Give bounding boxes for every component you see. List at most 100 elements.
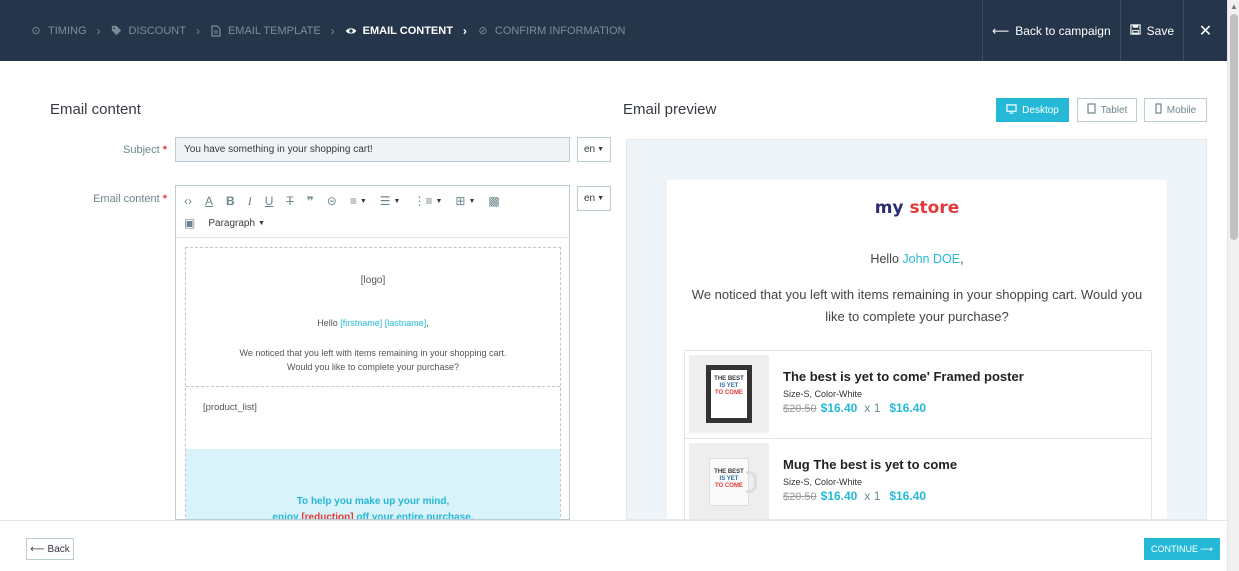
- step-label: DISCOUNT: [128, 24, 186, 37]
- rich-text-editor: ‹› A B I U T ❞ ⊝ ≡ ▼ ☰ ▼ ⋮≡ ▼ ⊞ ▼ ▩ ▣ Paragr…: [175, 185, 570, 520]
- paragraph-label: Paragraph: [208, 217, 256, 229]
- continue-button[interactable]: CONTINUE ⟶: [1144, 538, 1220, 560]
- chevron-right-icon: ›: [462, 23, 467, 38]
- product-info: Mug The best is yet to come Size-S, Colo…: [769, 443, 957, 519]
- bullet-list-icon[interactable]: ☰ ▼: [380, 194, 401, 208]
- product-pricing: $20.50 $16.40 x 1 $16.40: [783, 401, 1024, 415]
- old-price: $20.50: [783, 403, 817, 415]
- paragraph-format-select[interactable]: Paragraph ▼: [208, 218, 265, 229]
- firstname-variable: [firstname]: [340, 318, 383, 328]
- caret-down-icon: ▼: [468, 197, 476, 205]
- page-scrollbar[interactable]: ▲: [1227, 0, 1239, 571]
- notice-line-1: We noticed that you left with items rema…: [239, 348, 507, 358]
- step-label: EMAIL TEMPLATE: [227, 24, 321, 37]
- email-content-label-text: Email content: [93, 193, 160, 205]
- font-color-icon[interactable]: A: [205, 194, 213, 208]
- art-line-3: TO COME: [715, 390, 743, 396]
- content-language-select[interactable]: en ▼: [577, 186, 611, 211]
- back-button[interactable]: ⟵ Back: [26, 538, 74, 560]
- logo-part-1: my: [874, 198, 904, 218]
- step-timing[interactable]: ⊙ TIMING ›: [30, 24, 111, 38]
- align-icon[interactable]: ≡ ▼: [350, 194, 367, 208]
- greeting-prefix: Hello: [317, 318, 338, 328]
- wizard-steps: ⊙ TIMING › DISCOUNT › EMAIL TEMPLATE › E…: [0, 0, 982, 61]
- lastname-variable: [lastname]: [384, 318, 427, 328]
- step-label: EMAIL CONTENT: [362, 24, 453, 37]
- image-icon[interactable]: ▩: [488, 194, 499, 208]
- greeting-suffix: ,: [426, 318, 429, 328]
- new-price: $16.40: [820, 401, 858, 415]
- language-code: en: [583, 144, 596, 155]
- product-attributes: Size-S, Color-White: [783, 477, 863, 487]
- wizard-header: ⊙ TIMING › DISCOUNT › EMAIL TEMPLATE › E…: [0, 0, 1227, 61]
- scroll-up-arrow-icon[interactable]: ▲: [1230, 2, 1238, 11]
- caret-down-icon: ▼: [435, 197, 443, 205]
- clock-icon: ⊙: [31, 25, 41, 37]
- notice-text: We noticed that you left with items rema…: [206, 346, 540, 374]
- save-button[interactable]: Save: [1119, 0, 1183, 61]
- art-line-1: THE BEST: [714, 376, 744, 382]
- numbered-list-icon[interactable]: ⋮≡ ▼: [413, 194, 442, 208]
- language-code: en: [583, 193, 596, 204]
- toolbar-row-1: ‹› A B I U T ❞ ⊝ ≡ ▼ ☰ ▼ ⋮≡ ▼ ⊞ ▼ ▩: [184, 190, 561, 212]
- notice-line-2: Would you like to complete your purchase…: [287, 362, 459, 372]
- step-email-content[interactable]: EMAIL CONTENT ›: [345, 24, 477, 38]
- step-label: CONFIRM INFORMATION: [494, 24, 626, 37]
- tablet-icon: [1087, 103, 1096, 117]
- framed-poster-image: THE BEST IS YET TO COME: [689, 355, 769, 433]
- store-logo: my store: [667, 198, 1167, 218]
- step-confirm-information[interactable]: ⊘ CONFIRM INFORMATION: [477, 24, 626, 38]
- step-email-template[interactable]: EMAIL TEMPLATE ›: [210, 24, 345, 38]
- strikethrough-icon[interactable]: T: [286, 194, 293, 208]
- art-line-2: IS YET: [719, 383, 739, 389]
- caret-down-icon: ▼: [359, 197, 367, 205]
- link-icon[interactable]: ⊝: [327, 194, 337, 208]
- table-icon[interactable]: ⊞ ▼: [455, 194, 475, 208]
- floppy-disk-icon: [1130, 23, 1141, 38]
- video-icon[interactable]: ▣: [184, 216, 195, 230]
- promo-suffix: off your entire purchase.: [356, 512, 474, 520]
- email-preview-card: my store Hello John DOE, We noticed that…: [667, 180, 1167, 519]
- wizard-footer: ⟵ Back CONTINUE ⟶: [0, 520, 1227, 571]
- product-row: THE BEST IS YET TO COME The best is yet …: [685, 351, 1151, 439]
- check-circle-icon: ⊘: [478, 25, 488, 37]
- email-preview-pane: my store Hello John DOE, We noticed that…: [626, 139, 1207, 520]
- eye-icon: [345, 25, 357, 37]
- preview-greeting-suffix: ,: [960, 252, 964, 266]
- subject-label-text: Subject: [123, 144, 160, 156]
- chevron-right-icon: ›: [96, 23, 101, 38]
- underline-icon[interactable]: U: [265, 194, 274, 208]
- mobile-icon: [1155, 103, 1162, 117]
- old-price: $20.50: [783, 491, 817, 503]
- editor-canvas[interactable]: [logo] Hello [firstname] [lastname], We …: [185, 247, 561, 520]
- line-total: $16.40: [889, 489, 927, 503]
- poster-art: THE BEST IS YET TO COME: [711, 370, 747, 418]
- italic-icon[interactable]: I: [248, 194, 252, 209]
- art-line-3: TO COME: [715, 483, 743, 489]
- code-view-icon[interactable]: ‹›: [184, 194, 192, 208]
- caret-down-icon: ▼: [597, 146, 605, 153]
- tablet-label: Tablet: [1100, 104, 1128, 116]
- back-to-campaign-button[interactable]: ⟵ Back to campaign: [982, 0, 1120, 61]
- required-mark: *: [162, 144, 167, 156]
- subject-language-select[interactable]: en ▼: [577, 137, 611, 162]
- editor-toolbar: ‹› A B I U T ❞ ⊝ ≡ ▼ ☰ ▼ ⋮≡ ▼ ⊞ ▼ ▩ ▣ Paragr…: [176, 186, 569, 238]
- mobile-preview-button[interactable]: Mobile: [1144, 98, 1207, 122]
- step-discount[interactable]: DISCOUNT ›: [111, 24, 210, 38]
- quote-icon[interactable]: ❞: [307, 194, 314, 208]
- caret-down-icon: ▼: [258, 219, 265, 227]
- art-line-2: IS YET: [719, 476, 739, 482]
- subject-input[interactable]: You have something in your shopping cart…: [175, 137, 570, 162]
- promo-line-2: enjoy [reduction] off your entire purcha…: [186, 510, 560, 520]
- scrollbar-thumb[interactable]: [1230, 14, 1238, 240]
- product-list-placeholder: [product_list]: [203, 402, 257, 413]
- email-content-title: Email content: [50, 101, 141, 118]
- tablet-preview-button[interactable]: Tablet: [1077, 98, 1137, 122]
- chevron-right-icon: ›: [330, 23, 335, 38]
- close-button[interactable]: ✕: [1183, 0, 1227, 61]
- preview-notice: We noticed that you left with items rema…: [691, 287, 1143, 324]
- product-pricing: $20.50 $16.40 x 1 $16.40: [783, 489, 957, 503]
- desktop-preview-button[interactable]: Desktop: [996, 98, 1069, 122]
- product-row: THE BEST IS YET TO COME Mug The best is …: [685, 439, 1151, 519]
- bold-icon[interactable]: B: [226, 194, 235, 208]
